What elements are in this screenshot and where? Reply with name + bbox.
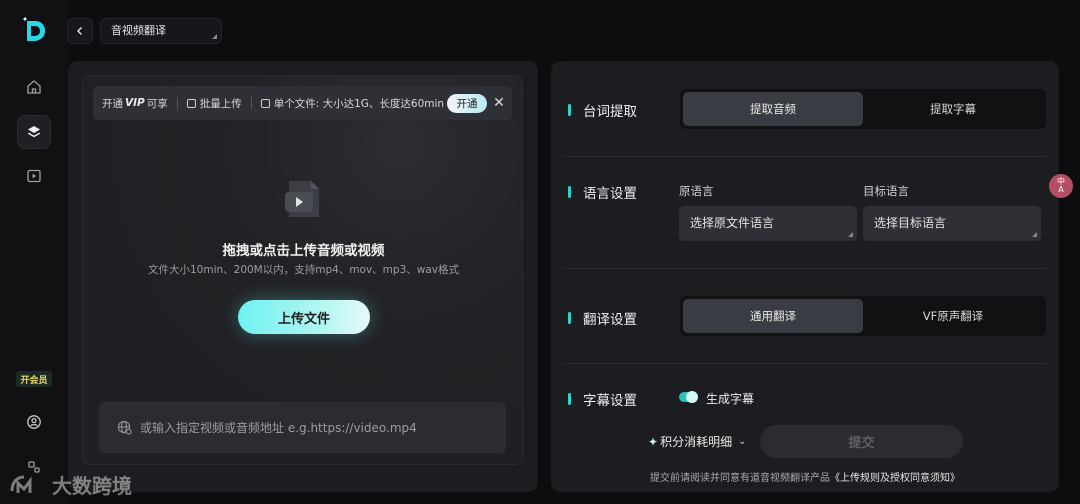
video-file-icon <box>285 181 319 217</box>
target-language-select[interactable]: 选择目标语言 <box>863 206 1041 241</box>
divider <box>250 97 252 109</box>
generate-subtitle-toggle[interactable] <box>679 391 698 403</box>
chevron-left-icon <box>77 27 82 35</box>
watermark: 大数跨境 <box>8 470 132 499</box>
layers-icon <box>28 126 40 138</box>
vf-voice-translation-option[interactable]: VF原声翻译 <box>863 299 1043 333</box>
accent-bar <box>568 104 571 116</box>
divider <box>176 97 178 109</box>
play-square-icon <box>27 169 41 183</box>
rail-video-button[interactable] <box>17 159 51 193</box>
rail-layers-button[interactable] <box>17 115 51 149</box>
translation-label: 翻译设置 <box>583 312 637 328</box>
select-corner-icon <box>1032 232 1037 237</box>
vip-badge[interactable]: 开会员 <box>16 371 52 387</box>
terms-prefix: 提交前请阅读并同意有道音视频翻译产品 <box>650 473 830 484</box>
general-translation-option[interactable]: 通用翻译 <box>683 299 863 333</box>
target-language-label: 目标语言 <box>863 184 909 198</box>
extract-segmented-control: 提取音频 提取字幕 <box>680 89 1046 129</box>
translate-float-button[interactable]: 中A <box>1049 174 1073 198</box>
settings-panel: 台词提取 提取音频 提取字幕 语言设置 原语言 选择原文件语言 目标语言 选择目… <box>551 61 1059 492</box>
url-placeholder: 或输入指定视频或音频地址 e.g.https://video.mp4 <box>140 421 417 435</box>
upload-panel: 开通 VIP 可享 批量上传 单个文件: 大小达1G、长度达60min 开通 ✕… <box>68 61 538 492</box>
extract-label: 台词提取 <box>583 104 637 120</box>
accent-bar <box>568 186 571 198</box>
select-corner-icon <box>212 34 217 39</box>
language-label: 语言设置 <box>583 186 637 202</box>
subtitle-label: 字幕设置 <box>583 393 637 409</box>
subtitle-section-label: 字幕设置 <box>568 389 637 409</box>
target-language-placeholder: 选择目标语言 <box>874 216 947 230</box>
file-icon <box>260 98 270 108</box>
user-circle-icon <box>27 415 41 429</box>
back-button[interactable] <box>67 18 93 44</box>
drop-title: 拖拽或点击上传音频或视频 <box>222 243 385 259</box>
left-rail: 开会员 <box>0 0 68 504</box>
mode-select-value: 音视频翻译 <box>111 24 166 37</box>
translate-icon-bottom: A <box>1058 185 1064 194</box>
mode-select[interactable]: 音视频翻译 <box>100 18 222 44</box>
copy-icon <box>186 98 196 108</box>
terms-link[interactable]: 《上传规则及授权同意须知》 <box>830 473 960 484</box>
terms-notice: 提交前请阅读并同意有道音视频翻译产品《上传规则及授权同意须知》 <box>551 469 1059 484</box>
sparkle-icon: ✦ <box>648 434 659 449</box>
url-input[interactable]: 或输入指定视频或音频地址 e.g.https://video.mp4 <box>99 402 506 453</box>
upload-dropzone[interactable]: 开通 VIP 可享 批量上传 单个文件: 大小达1G、长度达60min 开通 ✕… <box>82 75 523 465</box>
vip-open-prefix: 开通 <box>102 97 123 110</box>
generate-subtitle-label: 生成字幕 <box>706 392 755 406</box>
batch-upload-text: 批量上传 <box>199 97 242 110</box>
drop-subtitle: 文件大小10min、200M以内，支持mp4、mov、mp3、wav格式 <box>147 264 459 276</box>
home-icon <box>27 80 41 94</box>
upload-file-button[interactable]: 上传文件 <box>238 300 370 334</box>
select-corner-icon <box>848 232 853 237</box>
submit-button[interactable]: 提交 <box>760 425 963 458</box>
vip-promo-bar: 开通 VIP 可享 批量上传 单个文件: 大小达1G、长度达60min 开通 ✕ <box>93 86 512 120</box>
points-detail-label: 积分消耗明细 <box>660 435 733 449</box>
chevron-down-icon: ⌄ <box>738 436 747 447</box>
open-vip-button[interactable]: 开通 <box>447 94 487 113</box>
translation-segmented-control: 通用翻译 VF原声翻译 <box>680 296 1046 336</box>
translation-section-label: 翻译设置 <box>568 308 637 328</box>
divider <box>563 363 1047 364</box>
app-root: 开会员 音视频翻译 开通 VIP 可享 批量上传 单个文件: 大小达1G、长度达… <box>0 0 1080 504</box>
extract-section-label: 台词提取 <box>568 100 637 120</box>
rail-home-button[interactable] <box>17 70 51 104</box>
close-icon[interactable]: ✕ <box>491 94 507 112</box>
divider <box>563 268 1047 269</box>
globe-icon <box>117 420 132 435</box>
source-language-label: 原语言 <box>679 184 714 198</box>
translate-icon: 中A <box>1057 178 1065 194</box>
rail-user-button[interactable] <box>17 405 51 439</box>
app-logo-icon[interactable] <box>20 16 48 44</box>
watermark-logo-icon <box>10 475 32 493</box>
vip-text: VIP <box>125 97 145 109</box>
single-file-limit: 单个文件: 大小达1G、长度达60min <box>273 97 445 110</box>
extract-subtitle-option[interactable]: 提取字幕 <box>863 92 1043 126</box>
source-language-select[interactable]: 选择原文件语言 <box>679 206 857 241</box>
watermark-text: 大数跨境 <box>52 474 132 498</box>
toggle-knob <box>686 391 698 403</box>
points-detail-dropdown[interactable]: ✦ 积分消耗明细 ⌄ <box>648 433 746 450</box>
divider <box>563 156 1047 157</box>
language-section-label: 语言设置 <box>568 182 637 202</box>
accent-bar <box>568 393 571 405</box>
extract-audio-option[interactable]: 提取音频 <box>683 92 863 126</box>
accent-bar <box>568 312 571 324</box>
vip-open-suffix: 可享 <box>146 97 168 110</box>
source-language-placeholder: 选择原文件语言 <box>690 216 775 230</box>
